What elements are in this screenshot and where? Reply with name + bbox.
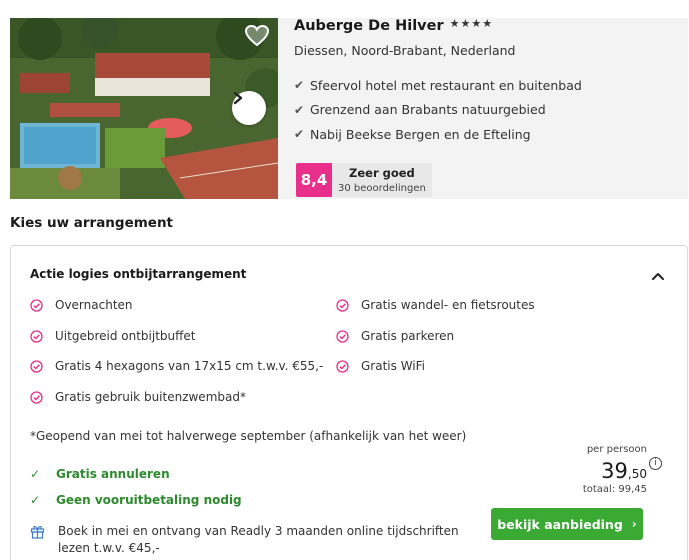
- chevron-right-icon: ›: [631, 517, 637, 531]
- check-icon: ✔: [294, 78, 305, 93]
- pool-note: *Geopend van mei tot halverwege septembe…: [30, 429, 467, 443]
- inclusion-item: Uitgebreid ontbijtbuffet: [30, 329, 195, 343]
- inclusion-label: Gratis 4 hexagons van 17x15 cm t.w.v. €5…: [55, 359, 324, 373]
- inclusion-item: Overnachten: [30, 298, 133, 312]
- pink-check-icon: [30, 298, 55, 312]
- pink-check-icon: [30, 329, 55, 343]
- package-title: Actie logies ontbijtarrangement: [30, 267, 247, 281]
- hotel-location: Diessen, Noord-Brabant, Nederland: [294, 43, 516, 58]
- inclusion-item: Gratis wandel- en fietsroutes: [336, 298, 535, 312]
- pink-check-icon: [30, 390, 55, 404]
- promo-text: Boek in mei en ontvang van Readly 3 maan…: [58, 524, 459, 555]
- pink-check-icon: [336, 298, 361, 312]
- check-icon: ✔: [294, 127, 305, 142]
- package-card: Actie logies ontbijtarrangement Overnach…: [10, 245, 688, 560]
- feature-label: Nabij Beekse Bergen en de Efteling: [310, 126, 531, 142]
- favorite-heart-icon[interactable]: [244, 24, 270, 48]
- section-title: Kies uw arrangement: [10, 215, 174, 231]
- hotel-photo[interactable]: [10, 18, 278, 199]
- perk-item: ✓ Geen vooruitbetaling nodig: [30, 493, 242, 507]
- rating-count: 30 beoordelingen: [338, 183, 426, 194]
- star-rating-icon: ★★★★: [449, 17, 494, 30]
- review-rating[interactable]: 8,4 Zeer goed 30 beoordelingen: [296, 163, 432, 197]
- perk-item: ✓ Gratis annuleren: [30, 467, 170, 481]
- pink-check-icon: [336, 359, 361, 373]
- chevron-up-icon[interactable]: [651, 268, 665, 282]
- inclusion-label: Overnachten: [55, 298, 133, 312]
- inclusion-item: Gratis 4 hexagons van 17x15 cm t.w.v. €5…: [30, 359, 323, 373]
- perk-label: Geen vooruitbetaling nodig: [56, 493, 242, 507]
- per-person-label: per persoon: [586, 444, 647, 455]
- inclusion-label: Gratis WiFi: [361, 359, 425, 373]
- inclusion-item: Gratis gebruik buitenzwembad*: [30, 390, 246, 404]
- feature-item: ✔ Nabij Beekse Bergen en de Efteling: [294, 122, 582, 147]
- green-check-icon: ✓: [30, 467, 41, 481]
- hotel-title-row: Auberge De Hilver ★★★★: [294, 17, 494, 34]
- gift-icon: [30, 523, 58, 557]
- hotel-card: Auberge De Hilver ★★★★ Diessen, Noord-Br…: [10, 17, 688, 199]
- feature-item: ✔ Sfeervol hotel met restaurant en buiten…: [294, 73, 582, 98]
- rating-details: Zeer goed 30 beoordelingen: [332, 163, 432, 197]
- perk-label: Gratis annuleren: [56, 467, 170, 481]
- pink-check-icon: [30, 359, 55, 373]
- hotel-features: ✔ Sfeervol hotel met restaurant en buiten…: [294, 73, 582, 147]
- price-box: per persoon 39,50 i totaal: 99,45: [582, 444, 662, 495]
- next-photo-button[interactable]: [232, 91, 266, 125]
- inclusion-label: Gratis wandel- en fietsroutes: [361, 298, 535, 312]
- price: 39,50: [583, 459, 647, 483]
- pink-check-icon: [336, 329, 361, 343]
- price-cents: ,50: [627, 467, 647, 481]
- rating-score: 8,4: [296, 163, 332, 197]
- check-icon: ✔: [294, 102, 305, 117]
- info-icon[interactable]: i: [649, 457, 662, 470]
- hotel-name[interactable]: Auberge De Hilver: [294, 18, 444, 34]
- feature-label: Sfeervol hotel met restaurant en buitenb…: [310, 77, 582, 93]
- price-total: totaal: 99,45: [582, 484, 647, 495]
- inclusion-label: Gratis parkeren: [361, 329, 455, 343]
- promo-readly: Boek in mei en ontvang van Readly 3 maan…: [30, 523, 490, 557]
- price-amount: 39: [601, 459, 628, 483]
- rating-label: Zeer goed: [349, 166, 415, 180]
- feature-item: ✔ Grenzend aan Brabants natuurgebied: [294, 98, 582, 123]
- hotel-info: Auberge De Hilver ★★★★ Diessen, Noord-Br…: [294, 17, 688, 199]
- inclusion-label: Gratis gebruik buitenzwembad*: [55, 390, 246, 404]
- inclusion-item: Gratis parkeren: [336, 329, 454, 343]
- feature-label: Grenzend aan Brabants natuurgebied: [310, 102, 546, 118]
- view-offer-button[interactable]: bekijk aanbieding ›: [491, 508, 643, 540]
- inclusion-label: Uitgebreid ontbijtbuffet: [55, 329, 196, 343]
- green-check-icon: ✓: [30, 493, 41, 507]
- view-offer-label: bekijk aanbieding: [497, 516, 623, 532]
- chevron-right-icon: [233, 91, 243, 105]
- inclusion-item: Gratis WiFi: [336, 359, 425, 373]
